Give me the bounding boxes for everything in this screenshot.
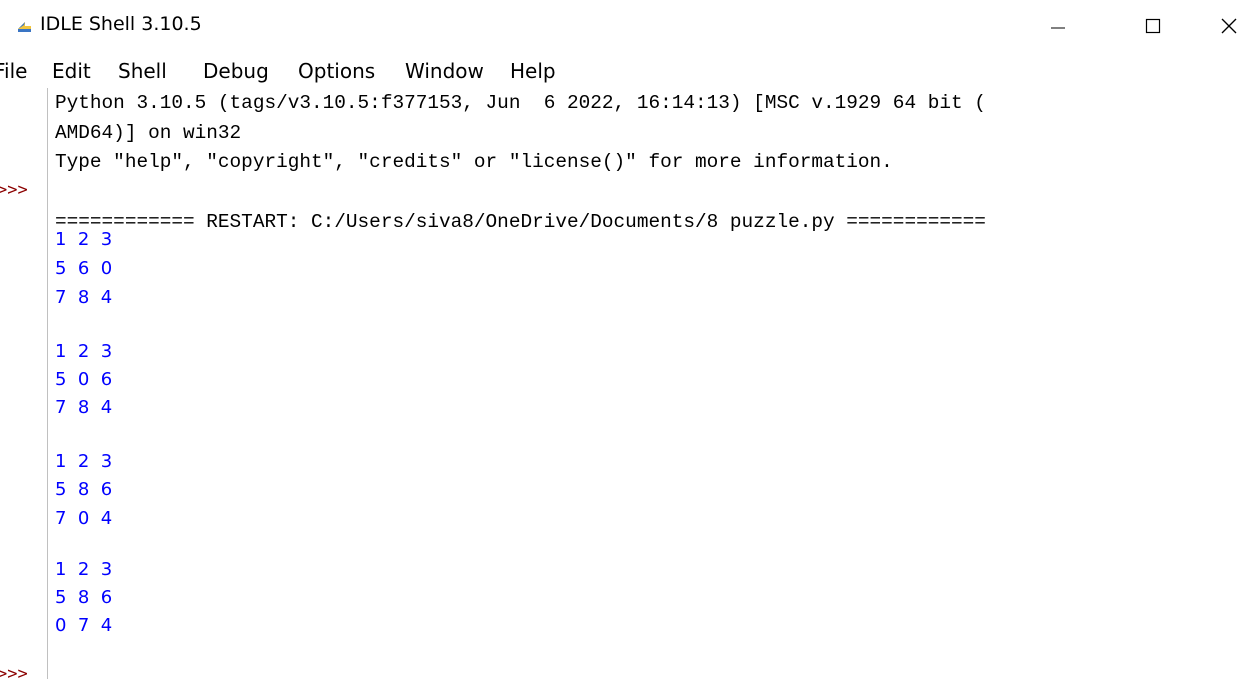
output-line: 7 8 4 bbox=[55, 287, 113, 308]
output-line: 1 2 3 bbox=[55, 559, 113, 580]
output-line: 5 8 6 bbox=[55, 587, 113, 608]
output-line: 1 2 3 bbox=[55, 341, 113, 362]
output-line: 7 8 4 bbox=[55, 397, 113, 418]
output-line: 0 7 4 bbox=[55, 615, 113, 636]
output-line: 7 0 4 bbox=[55, 508, 113, 529]
output-line: 5 8 6 bbox=[55, 479, 113, 500]
shell-output-area[interactable]: Python 3.10.5 (tags/v3.10.5:f377153, Jun… bbox=[0, 0, 1259, 679]
output-line: 5 6 0 bbox=[55, 258, 113, 279]
banner-line-2: AMD64)] on win32 bbox=[55, 122, 242, 144]
restart-line: ============ RESTART: C:/Users/siva8/One… bbox=[55, 211, 986, 233]
output-line: 5 0 6 bbox=[55, 369, 113, 390]
banner-line-1: Python 3.10.5 (tags/v3.10.5:f377153, Jun… bbox=[55, 92, 986, 114]
banner-line-3: Type "help", "copyright", "credits" or "… bbox=[55, 151, 893, 173]
output-line: 1 2 3 bbox=[55, 451, 113, 472]
output-line: 1 2 3 bbox=[55, 229, 113, 250]
